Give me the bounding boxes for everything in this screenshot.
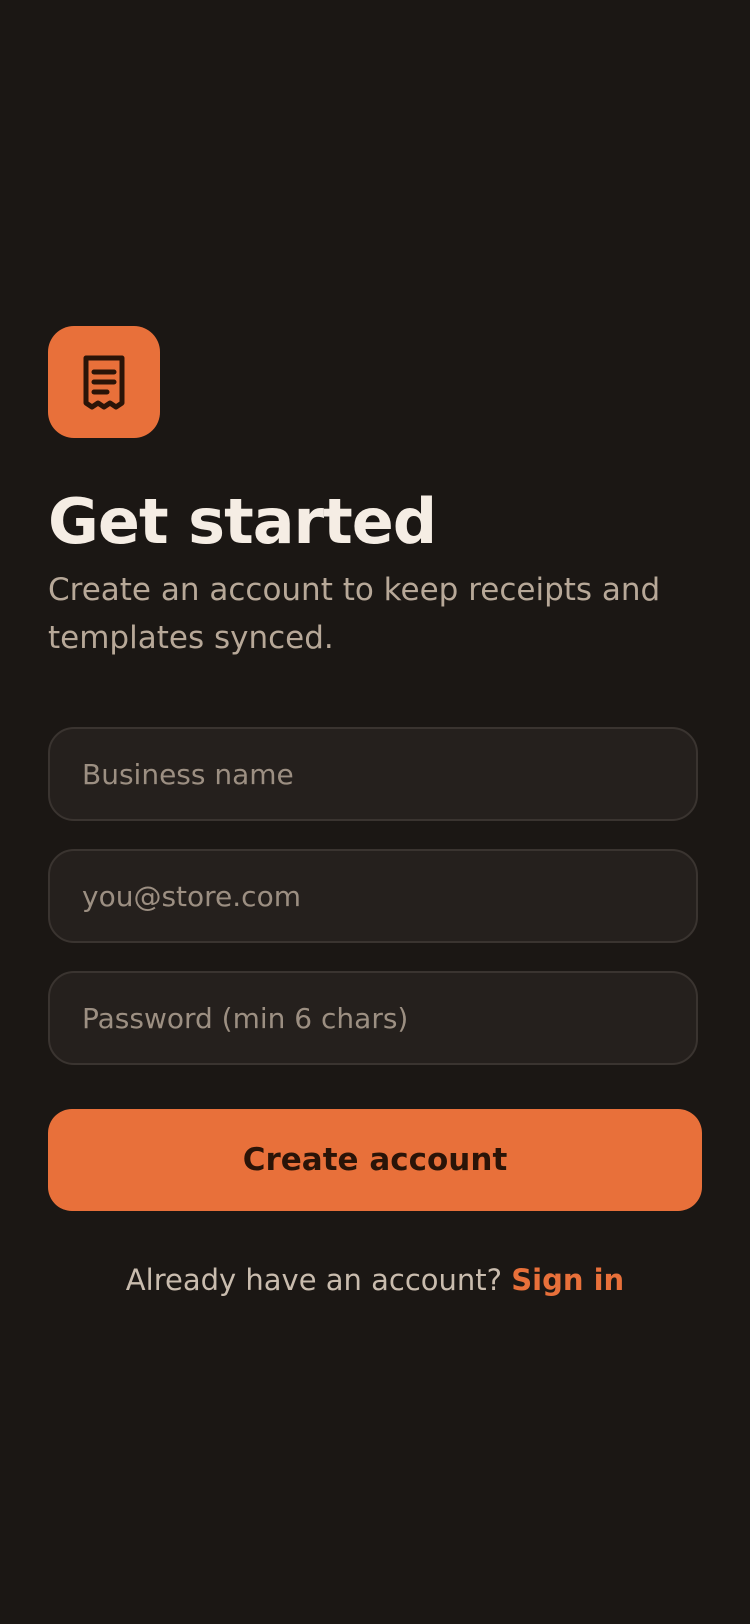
- page-title: Get started: [48, 485, 437, 558]
- signup-screen: Get started Create an account to keep re…: [0, 0, 750, 1624]
- password-input[interactable]: [48, 971, 698, 1065]
- business-name-input[interactable]: [48, 727, 698, 821]
- app-logo: [48, 326, 160, 438]
- signin-prompt-text: Already have an account?: [125, 1263, 512, 1297]
- receipt-icon: [83, 355, 125, 410]
- create-account-button[interactable]: Create account: [48, 1109, 702, 1211]
- signin-prompt: Already have an account? Sign in: [0, 1260, 750, 1300]
- page-subtitle: Create an account to keep receipts and t…: [48, 572, 661, 656]
- sign-in-link[interactable]: Sign in: [511, 1263, 624, 1297]
- email-input[interactable]: [48, 849, 698, 943]
